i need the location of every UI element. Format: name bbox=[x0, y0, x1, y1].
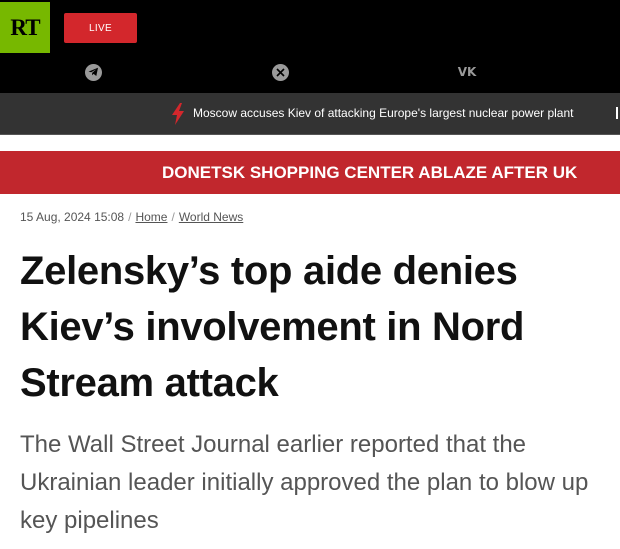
banner-headline[interactable]: DONETSK SHOPPING CENTER ABLAZE AFTER UK bbox=[162, 163, 577, 183]
x-icon[interactable] bbox=[270, 62, 290, 82]
article-title: Zelensky’s top aide denies Kiev’s involv… bbox=[20, 249, 525, 405]
breaking-news-banner[interactable]: DONETSK SHOPPING CENTER ABLAZE AFTER UK bbox=[0, 151, 620, 194]
lightning-bolt-icon bbox=[172, 103, 184, 125]
vk-icon[interactable]: VK bbox=[457, 62, 477, 82]
rt-logo[interactable]: RT bbox=[0, 2, 50, 53]
breadcrumb-world-news[interactable]: World News bbox=[179, 210, 243, 224]
breadcrumb-separator: / bbox=[128, 210, 132, 224]
breadcrumb-separator: / bbox=[171, 210, 175, 224]
telegram-icon[interactable] bbox=[83, 62, 103, 82]
vk-text: VK bbox=[457, 65, 477, 79]
ticker-divider bbox=[616, 107, 618, 119]
live-button[interactable]: LIVE bbox=[64, 13, 137, 43]
article-date: 15 Aug, 2024 15:08 bbox=[20, 210, 125, 224]
ticker-headline-link[interactable]: Moscow accuses Kiev of attacking Europe'… bbox=[193, 105, 573, 121]
article-meta: 15 Aug, 2024 15:08/Home / World News bbox=[20, 209, 243, 225]
logo-text: RT bbox=[10, 14, 40, 40]
top-navbar: RT LIVE VK bbox=[0, 0, 620, 93]
article-summary: The Wall Street Journal earlier reported… bbox=[20, 431, 589, 534]
breadcrumb-home[interactable]: Home bbox=[135, 210, 167, 224]
